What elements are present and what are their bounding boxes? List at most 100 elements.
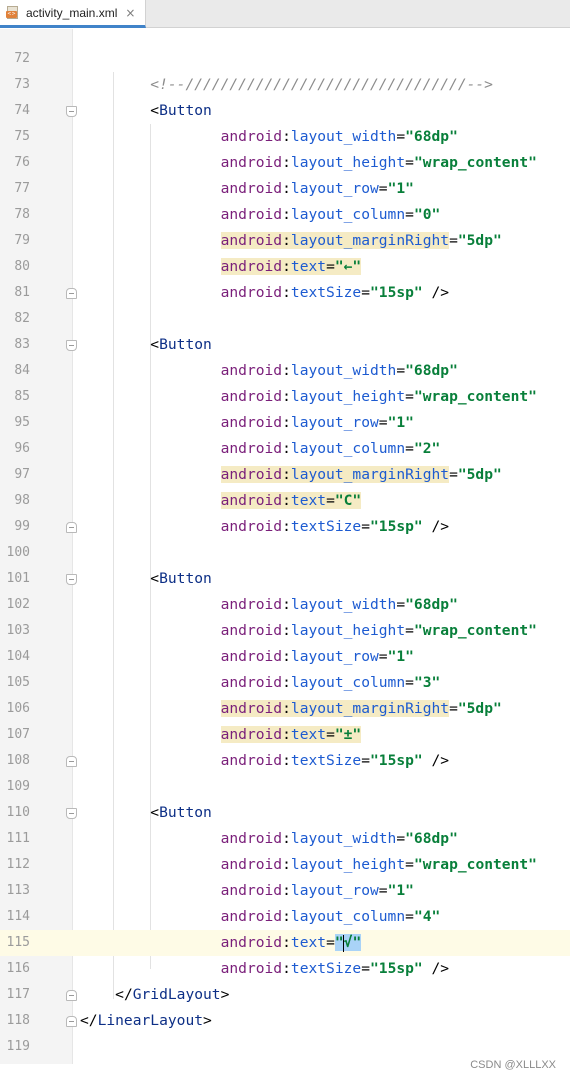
- token-ns: android: [220, 882, 283, 899]
- line-number: 104: [6, 649, 30, 664]
- code-line[interactable]: 74 <Button: [0, 98, 570, 124]
- token-val: "15sp": [370, 752, 423, 769]
- token-punct: =: [361, 960, 370, 977]
- tab-activity-main-xml[interactable]: <> activity_main.xml ×: [0, 0, 146, 28]
- token-attr: textSize: [290, 284, 362, 301]
- code-line[interactable]: 78 android:layout_column="0": [0, 202, 570, 228]
- token-punct: =: [396, 830, 406, 847]
- token-val: "1": [387, 648, 414, 665]
- fold-collapse-icon[interactable]: [66, 522, 77, 533]
- token-attr: layout_width: [290, 128, 397, 145]
- line-number: 77: [14, 181, 30, 196]
- token-attr: layout_width: [290, 830, 397, 847]
- code-line[interactable]: 102 android:layout_width="68dp": [0, 592, 570, 618]
- token-punct: =: [405, 154, 414, 171]
- code-line[interactable]: 100: [0, 540, 570, 566]
- code-text: <Button: [80, 566, 212, 592]
- token-punct: =: [405, 206, 414, 223]
- code-line[interactable]: 116 android:textSize="15sp" />: [0, 956, 570, 982]
- code-line[interactable]: 75 android:layout_width="68dp": [0, 124, 570, 150]
- token-attr: text: [290, 934, 327, 951]
- code-text: android:layout_height="wrap_content": [80, 618, 537, 644]
- fold-expand-icon[interactable]: [66, 808, 77, 819]
- code-line[interactable]: 114 android:layout_column="4": [0, 904, 570, 930]
- code-line[interactable]: 81 android:textSize="15sp" />: [0, 280, 570, 306]
- code-line[interactable]: 108 android:textSize="15sp" />: [0, 748, 570, 774]
- code-text: </LinearLayout>: [80, 1008, 212, 1034]
- token-punct: :: [282, 128, 291, 145]
- code-line[interactable]: 95 android:layout_row="1": [0, 410, 570, 436]
- code-line[interactable]: 118 </LinearLayout>: [0, 1008, 570, 1034]
- token-punct: =: [449, 466, 458, 483]
- fold-expand-icon[interactable]: [66, 340, 77, 351]
- code-text: android:textSize="15sp" />: [80, 748, 449, 774]
- code-line[interactable]: 82: [0, 306, 570, 332]
- token-attr: layout_marginRight: [290, 700, 450, 717]
- token-comment: <!--////////////////////////////////-->: [150, 76, 493, 93]
- code-line[interactable]: 119: [0, 1034, 570, 1060]
- fold-collapse-icon[interactable]: [66, 288, 77, 299]
- line-number: 101: [6, 571, 30, 586]
- token-punct: =: [396, 128, 406, 145]
- code-line[interactable]: 76 android:layout_height="wrap_content": [0, 150, 570, 176]
- token-ns: android: [220, 960, 283, 977]
- code-line[interactable]: 96 android:layout_column="2": [0, 436, 570, 462]
- code-line[interactable]: 107 android:text="±": [0, 722, 570, 748]
- close-icon[interactable]: ×: [125, 6, 135, 20]
- token-punct: </: [80, 1012, 98, 1029]
- line-number: 114: [6, 909, 30, 924]
- code-line[interactable]: 113 android:layout_row="1": [0, 878, 570, 904]
- code-line[interactable]: 73 <!--////////////////////////////////-…: [0, 72, 570, 98]
- code-line[interactable]: 99 android:textSize="15sp" />: [0, 514, 570, 540]
- token-punct: =: [449, 232, 458, 249]
- code-line[interactable]: 105 android:layout_column="3": [0, 670, 570, 696]
- token-punct: =: [396, 362, 406, 379]
- code-line[interactable]: 80 android:text="←": [0, 254, 570, 280]
- code-line[interactable]: 97 android:layout_marginRight="5dp": [0, 462, 570, 488]
- code-line[interactable]: 103 android:layout_height="wrap_content": [0, 618, 570, 644]
- code-line[interactable]: 115 android:text="√": [0, 930, 570, 956]
- fold-expand-icon[interactable]: [66, 106, 77, 117]
- fold-expand-icon[interactable]: [66, 574, 77, 585]
- code-line[interactable]: 101 <Button: [0, 566, 570, 592]
- fold-collapse-icon[interactable]: [66, 1016, 77, 1027]
- code-line[interactable]: 79 android:layout_marginRight="5dp": [0, 228, 570, 254]
- line-number: 98: [14, 493, 30, 508]
- token-punct: :: [282, 856, 291, 873]
- token-val: "68dp": [405, 362, 458, 379]
- token-punct: =: [326, 492, 335, 509]
- token-punct: :: [282, 752, 291, 769]
- code-line[interactable]: 98 android:text="C": [0, 488, 570, 514]
- token-val: "±": [334, 726, 362, 743]
- code-line[interactable]: 83 <Button: [0, 332, 570, 358]
- token-punct: =: [361, 284, 370, 301]
- fold-collapse-icon[interactable]: [66, 756, 77, 767]
- code-line[interactable]: 85 android:layout_height="wrap_content": [0, 384, 570, 410]
- line-number: 82: [14, 311, 30, 326]
- token-punct: =: [361, 518, 370, 535]
- code-line[interactable]: 72: [0, 46, 570, 72]
- line-number: 96: [14, 441, 30, 456]
- watermark: CSDN @XLLLXX: [470, 1059, 556, 1071]
- token-punct: :: [282, 414, 291, 431]
- code-line[interactable]: 106 android:layout_marginRight="5dp": [0, 696, 570, 722]
- code-line[interactable]: 110 <Button: [0, 800, 570, 826]
- code-line[interactable]: 104 android:layout_row="1": [0, 644, 570, 670]
- code-line[interactable]: 111 android:layout_width="68dp": [0, 826, 570, 852]
- code-line[interactable]: 117 </GridLayout>: [0, 982, 570, 1008]
- code-editor[interactable]: 72 73 <!--///////////////////////////////…: [0, 29, 570, 1064]
- token-ns: android: [220, 856, 283, 873]
- code-text: android:textSize="15sp" />: [80, 956, 449, 982]
- token-ns: android: [220, 232, 283, 249]
- token-attr: layout_marginRight: [290, 466, 450, 483]
- token-punct: =: [405, 622, 414, 639]
- code-line[interactable]: 77 android:layout_row="1": [0, 176, 570, 202]
- token-punct: :: [282, 206, 291, 223]
- code-text: android:layout_width="68dp": [80, 592, 458, 618]
- code-line[interactable]: 112 android:layout_height="wrap_content": [0, 852, 570, 878]
- fold-collapse-icon[interactable]: [66, 990, 77, 1001]
- code-line[interactable]: 109: [0, 774, 570, 800]
- code-line[interactable]: 84 android:layout_width="68dp": [0, 358, 570, 384]
- code-text: android:layout_column="4": [80, 904, 441, 930]
- token-punct: :: [282, 466, 291, 483]
